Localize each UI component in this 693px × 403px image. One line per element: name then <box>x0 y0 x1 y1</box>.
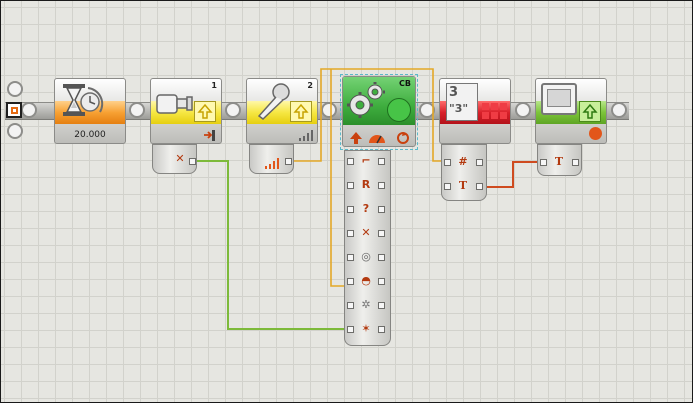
logic-wire <box>194 160 347 330</box>
third-motor-icon: ? <box>362 202 370 215</box>
data-plug-right[interactable] <box>378 206 385 213</box>
right-motor-icon: R <box>361 178 371 191</box>
steering-icon: ◎ <box>361 250 371 263</box>
data-plug-left[interactable] <box>347 302 354 309</box>
program-canvas[interactable]: 20.000 1 2 CB 3 "3" ✕ ⌐ R ? ✕ ◎ ◓ ✲ ✶ # … <box>0 0 693 403</box>
data-plug-right[interactable] <box>378 182 385 189</box>
number-to-text-data-hub[interactable]: # T <box>441 144 487 201</box>
sensor-port-number: 2 <box>307 81 313 90</box>
data-plug-left[interactable] <box>347 206 354 213</box>
display-mode-icon <box>589 127 602 140</box>
sound-sensor-block[interactable]: 2 <box>246 78 318 144</box>
motor-ports: CB <box>399 79 411 88</box>
data-plug-left[interactable] <box>347 278 354 285</box>
data-plug-left[interactable] <box>347 326 354 333</box>
data-plug-right[interactable] <box>476 159 483 166</box>
upload-arrow-icon <box>194 101 216 122</box>
touch-sensor-block[interactable]: 1 <box>150 78 222 144</box>
text-plug-icon: T <box>458 179 468 192</box>
hourglass-icon <box>60 82 105 123</box>
data-plug-left[interactable] <box>347 182 354 189</box>
bumped-action-icon <box>203 127 217 141</box>
data-plug-left[interactable] <box>347 254 354 261</box>
steering-indicator <box>387 98 411 122</box>
move-data-hub[interactable]: ⌐ R ? ✕ ◎ ◓ ✲ ✶ <box>344 150 391 346</box>
power-icon: ◓ <box>361 274 371 287</box>
data-plug[interactable] <box>189 158 196 165</box>
sound-level-icon <box>264 155 280 169</box>
data-plug-right[interactable] <box>378 326 385 333</box>
data-plug-left[interactable] <box>347 158 354 165</box>
data-plug-left[interactable] <box>444 183 451 190</box>
gears-icon <box>346 81 386 121</box>
upload-arrow-icon <box>290 101 312 122</box>
data-plug-right[interactable] <box>378 302 385 309</box>
left-motor-icon: ⌐ <box>361 154 371 167</box>
duration-icon: ✲ <box>361 298 371 311</box>
sound-sensor-data-hub[interactable] <box>249 144 294 174</box>
text-wire <box>483 161 544 188</box>
data-plug-right[interactable] <box>378 278 385 285</box>
duration-rotation-icon <box>396 130 410 144</box>
action-icon: ✶ <box>361 322 371 335</box>
text-grid-icon <box>482 103 508 121</box>
text-plug-icon: T <box>554 155 564 168</box>
direction-up-icon <box>349 130 363 144</box>
touch-sensor-icon <box>155 85 195 119</box>
data-plug-right[interactable] <box>572 159 579 166</box>
number-plug-icon: # <box>458 155 468 168</box>
data-plug-left[interactable] <box>540 159 547 166</box>
microphone-icon <box>251 82 293 122</box>
upload-arrow-icon <box>579 101 601 122</box>
data-plug-left[interactable] <box>347 230 354 237</box>
data-plug-right[interactable] <box>378 230 385 237</box>
touch-sensor-data-hub[interactable]: ✕ <box>152 144 197 174</box>
data-plug[interactable] <box>285 158 292 165</box>
data-plug-right[interactable] <box>378 158 385 165</box>
display-data-hub[interactable]: T <box>537 144 582 176</box>
number-to-text-block[interactable]: 3 "3" <box>439 78 511 144</box>
sensor-port-number: 1 <box>211 81 217 90</box>
sound-level-icon <box>298 127 314 141</box>
data-plug-left[interactable] <box>444 159 451 166</box>
display-screen-icon <box>541 83 577 115</box>
number-to-text-icon: 3 "3" <box>446 83 478 121</box>
move-block[interactable]: CB <box>342 76 416 147</box>
data-plug-right[interactable] <box>476 183 483 190</box>
power-gauge-icon <box>368 130 386 144</box>
wait-duration-value: 20.000 <box>74 130 106 140</box>
data-plug-right[interactable] <box>378 254 385 261</box>
direction-icon: ✕ <box>361 226 371 239</box>
tool-icon: ✕ <box>175 152 185 165</box>
display-block[interactable] <box>535 78 607 144</box>
wait-timer-block[interactable]: 20.000 <box>54 78 126 144</box>
